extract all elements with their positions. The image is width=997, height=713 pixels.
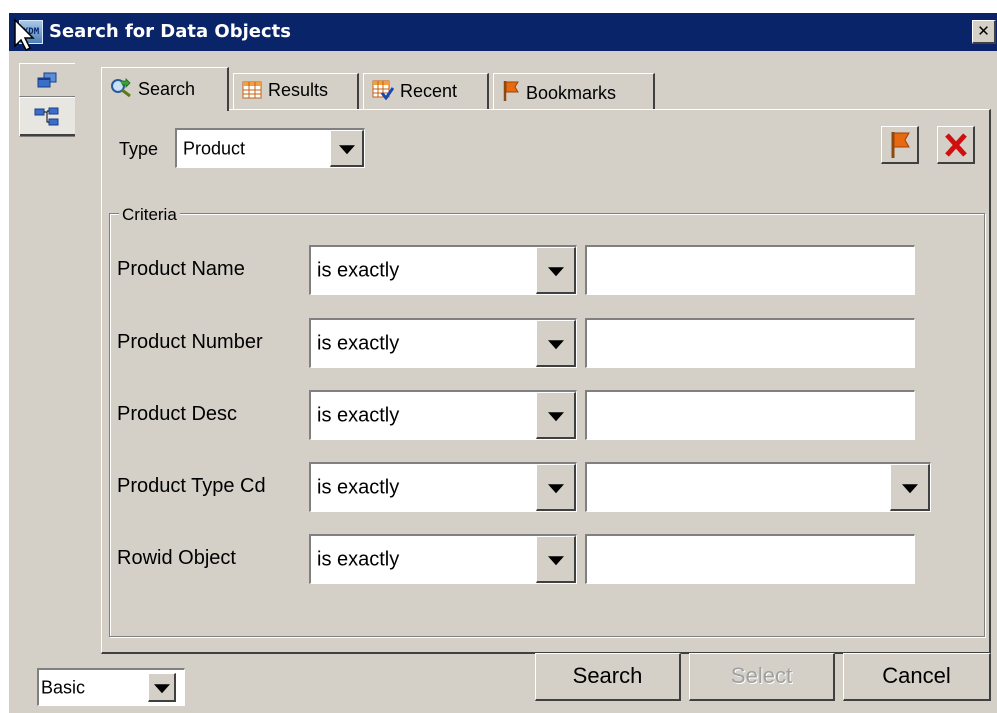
chevron-down-icon[interactable]: [536, 247, 576, 294]
type-label: Type: [119, 139, 159, 159]
search-button[interactable]: Search: [535, 653, 681, 701]
chevron-down-icon[interactable]: [536, 320, 576, 367]
select-button[interactable]: Select: [689, 653, 835, 701]
title-bar[interactable]: XDM Search for Data Objects ✕: [9, 13, 997, 51]
operator-value: is exactly: [317, 259, 400, 281]
add-bookmark-button[interactable]: [881, 126, 919, 164]
operator-select[interactable]: is exactly: [309, 534, 577, 584]
chevron-down-icon[interactable]: [536, 392, 576, 439]
close-window-button[interactable]: ✕: [972, 20, 996, 44]
cancel-button[interactable]: Cancel: [843, 653, 991, 701]
chevron-down-icon[interactable]: [148, 673, 176, 702]
operator-value: is exactly: [317, 332, 400, 354]
side-tab-windows[interactable]: [19, 63, 75, 97]
criteria-legend: Criteria: [119, 205, 180, 225]
mode-value: Basic: [41, 677, 86, 697]
criteria-label: Rowid Object: [117, 547, 236, 569]
criteria-label: Product Type Cd: [117, 475, 266, 497]
type-select[interactable]: Product: [175, 128, 365, 168]
tab-results[interactable]: Results: [233, 73, 359, 109]
window-title: Search for Data Objects: [49, 21, 291, 42]
clear-button[interactable]: [937, 126, 975, 164]
criteria-label: Product Number: [117, 331, 263, 353]
operator-value: is exactly: [317, 476, 400, 498]
criteria-value-input[interactable]: [585, 318, 915, 368]
windows-icon: [37, 72, 57, 88]
criteria-value-input[interactable]: [585, 534, 915, 584]
operator-select[interactable]: is exactly: [309, 462, 577, 512]
bookmark-flag-icon: [891, 132, 910, 158]
operator-select[interactable]: is exactly: [309, 390, 577, 440]
criteria-label: Product Name: [117, 258, 245, 280]
criteria-value-select[interactable]: [585, 462, 931, 512]
operator-select[interactable]: is exactly: [309, 245, 577, 295]
tab-bookmarks-label: Bookmarks: [526, 83, 617, 103]
criteria-value-input[interactable]: [585, 245, 915, 295]
tab-bookmarks[interactable]: Bookmarks: [493, 73, 655, 109]
mode-select[interactable]: Basic: [37, 668, 185, 706]
operator-value: is exactly: [317, 404, 400, 426]
chevron-down-icon[interactable]: [890, 464, 930, 511]
criteria-label: Product Desc: [117, 403, 238, 425]
type-select-value: Product: [183, 138, 246, 158]
chevron-down-icon[interactable]: [536, 464, 576, 511]
mouse-cursor-icon: [14, 18, 35, 52]
grid-icon: [242, 81, 262, 99]
hierarchy-icon: [34, 107, 59, 126]
bookmark-flag-icon: [503, 81, 519, 101]
recent-icon: [372, 80, 394, 100]
criteria-value-input[interactable]: [585, 390, 915, 440]
tab-recent[interactable]: Recent: [363, 73, 489, 109]
tab-search[interactable]: Search: [101, 67, 229, 111]
operator-value: is exactly: [317, 548, 400, 570]
operator-select[interactable]: is exactly: [309, 318, 577, 368]
tab-search-label: Search: [138, 79, 196, 99]
tab-results-label: Results: [268, 80, 329, 100]
search-icon: [111, 78, 131, 98]
tab-recent-label: Recent: [400, 81, 458, 101]
chevron-down-icon[interactable]: [536, 536, 576, 583]
close-red-x-icon: [944, 133, 967, 157]
side-tab-hierarchy[interactable]: [19, 97, 75, 137]
search-dialog: XDM Search for Data Objects ✕ Search Res…: [8, 13, 997, 713]
chevron-down-icon[interactable]: [330, 130, 364, 167]
